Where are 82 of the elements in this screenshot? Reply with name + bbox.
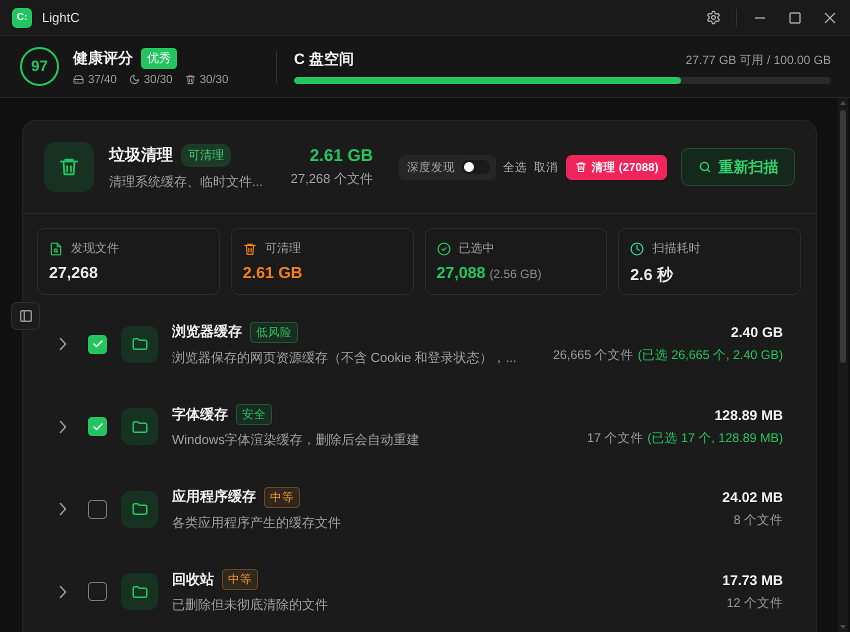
total-file-count: 27,268 个文件 [290, 170, 373, 188]
stat-value: 2.6 秒 [630, 266, 673, 286]
folder-icon [121, 408, 158, 446]
chevron-icon[interactable] [59, 420, 67, 434]
stat-value: 27,268 [49, 265, 98, 283]
category-name: 应用程序缓存 [172, 488, 256, 506]
sidebar-toggle-button[interactable] [11, 302, 40, 330]
health-badge: 优秀 [141, 48, 177, 68]
checkbox[interactable] [88, 334, 107, 354]
folder-icon [121, 573, 158, 610]
trash-icon [574, 161, 587, 173]
status-badge: 可清理 [181, 144, 231, 166]
health-stat-value: 30/30 [200, 74, 228, 86]
category-size: 2.40 GB [730, 324, 783, 340]
settings-icon [706, 10, 720, 25]
stat-label: 扫描耗时 [652, 240, 700, 257]
total-size: 2.61 GB [310, 146, 373, 166]
trash-icon [184, 74, 196, 85]
stat-label: 已选中 [458, 240, 494, 257]
stat-label: 可清理 [264, 240, 301, 257]
category-size: 24.02 MB [722, 489, 783, 506]
check-circle-icon [436, 242, 450, 256]
checkbox[interactable] [88, 417, 107, 436]
checkmark-icon [92, 420, 104, 433]
disk-usage: 27.77 GB 可用 / 100.00 GB [686, 52, 831, 68]
clean-button[interactable]: 清理 (27088) [566, 154, 667, 180]
search-icon [698, 160, 712, 174]
sidebar-icon [18, 309, 32, 323]
risk-badge: 安全 [236, 404, 272, 426]
chevron-icon[interactable] [59, 502, 67, 516]
category-description: 各类应用程序产生的缓存文件 [172, 514, 342, 532]
health-score: 97 [31, 58, 48, 75]
stat-value: 27,088 [436, 265, 486, 283]
category-name: 浏览器缓存 [172, 323, 242, 342]
checkbox[interactable] [88, 500, 107, 519]
file-count: 17 个文件 [587, 430, 644, 447]
category-description: 浏览器保存的网页资源缓存（不含 Cookie 和登录状态），... [172, 348, 518, 367]
category-description: 已删除但未彻底清除的文件 [172, 596, 329, 614]
app-logo: C: [12, 8, 32, 28]
category-description: Windows字体渲染缓存，删除后会自动重建 [172, 431, 421, 450]
checkbox[interactable] [88, 582, 107, 602]
selection-summary: (已选 17 个, 128.89 MB) [647, 430, 783, 447]
file-count: 8 个文件 [734, 512, 783, 530]
chevron-icon[interactable] [59, 584, 67, 599]
cleaner-subtitle: 清理系统缓存、临时文件... [109, 172, 264, 190]
risk-badge: 中等 [264, 486, 300, 508]
category-name: 回收站 [172, 570, 214, 589]
select-all-button[interactable]: 全选 [503, 160, 527, 174]
moon-icon [128, 74, 140, 85]
trash-icon [44, 142, 94, 192]
cancel-button[interactable]: 取消 [534, 160, 558, 174]
category-size: 17.73 MB [722, 572, 783, 588]
risk-badge: 低风险 [250, 322, 298, 343]
cleaner-title: 垃圾清理 [109, 146, 173, 166]
deep-scan-toggle[interactable]: 深度发现 [399, 154, 496, 180]
close-icon [824, 12, 836, 24]
folder-icon [121, 490, 158, 528]
stat-note: (2.56 GB) [489, 267, 542, 281]
folder-icon [121, 326, 158, 363]
window-title: LightC [42, 10, 80, 25]
health-stat-value: 30/30 [144, 74, 173, 86]
stat-label: 发现文件 [71, 240, 119, 257]
deep-scan-label: 深度发现 [407, 160, 455, 174]
file-count: 26,665 个文件 [552, 347, 634, 364]
rescan-button[interactable]: 重新扫描 [681, 148, 795, 186]
toggle-switch[interactable] [462, 160, 490, 174]
chevron-icon[interactable] [59, 337, 67, 352]
hard-drive-icon [73, 74, 84, 85]
disk-title: C 盘空间 [294, 50, 354, 68]
file-search-icon [49, 242, 63, 256]
clock-icon [630, 242, 644, 256]
stat-value: 2.61 GB [242, 265, 302, 283]
file-count: 12 个文件 [726, 594, 783, 612]
risk-badge: 中等 [222, 569, 258, 590]
category-name: 字体缓存 [172, 406, 228, 424]
health-title: 健康评分 [73, 48, 133, 68]
trash-icon [242, 242, 257, 256]
health-stat-value: 37/40 [88, 74, 117, 86]
category-size: 128.89 MB [714, 406, 783, 423]
scrollbar-thumb[interactable] [840, 110, 846, 363]
maximize-icon [789, 12, 801, 24]
selection-summary: (已选 26,665 个, 2.40 GB) [638, 347, 783, 364]
